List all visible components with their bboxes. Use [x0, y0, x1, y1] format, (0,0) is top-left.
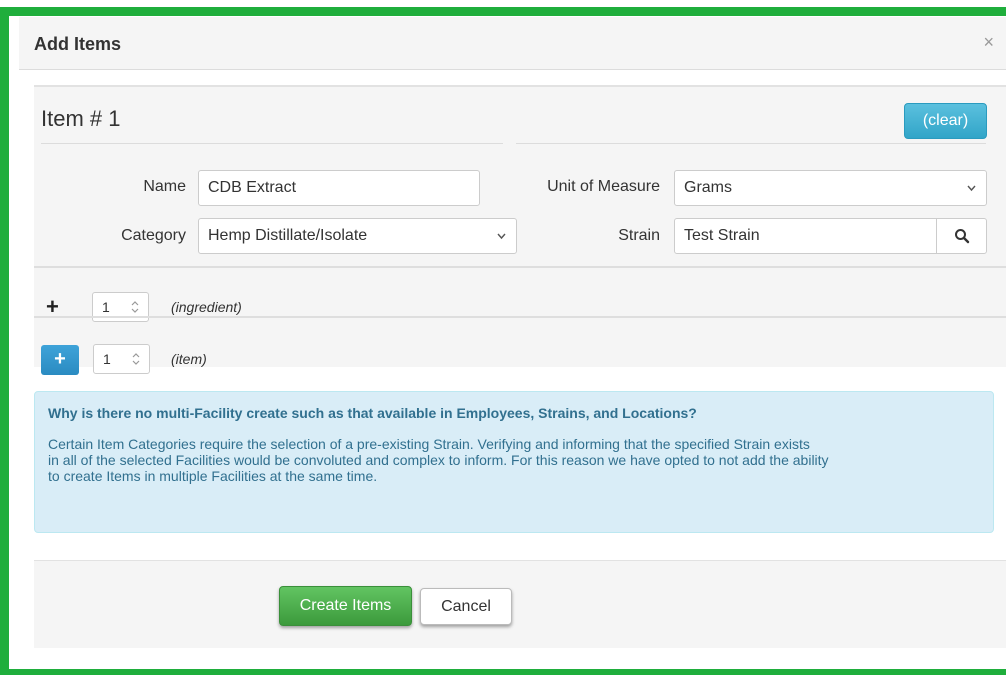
category-value: Hemp Distillate/Isolate [208, 227, 368, 244]
name-label: Name [143, 178, 186, 195]
item-count-stepper[interactable]: 1 [93, 344, 150, 374]
close-icon[interactable]: × [983, 32, 994, 53]
info-alert: Why is there no multi-Facility create su… [34, 391, 994, 533]
strain-search-button[interactable] [936, 218, 987, 254]
modal-footer: Create Items Cancel [34, 560, 1006, 648]
strain-value: Test Strain [684, 227, 760, 244]
alert-line: to create Items in multiple Facilities a… [48, 468, 378, 484]
strain-input[interactable]: Test Strain [674, 218, 937, 254]
chevron-down-icon [966, 171, 977, 218]
search-icon [954, 228, 970, 249]
item-panel: Item # 1 (clear) Name CDB Extract Unit o… [34, 85, 1006, 367]
alert-line: Certain Item Categories require the sele… [48, 436, 810, 452]
create-items-button[interactable]: Create Items [279, 586, 412, 626]
alert-body: Certain Item Categories require the sele… [48, 436, 978, 484]
item-count-value: 1 [103, 351, 111, 367]
divider [41, 143, 503, 144]
divider [516, 143, 986, 144]
strain-label: Strain [618, 227, 660, 244]
add-ingredient-plus-icon[interactable]: + [46, 296, 59, 318]
add-item-button[interactable]: + [41, 345, 79, 375]
ingredient-hint: (ingredient) [171, 299, 242, 315]
alert-heading: Why is there no multi-Facility create su… [48, 405, 697, 421]
category-select[interactable]: Hemp Distillate/Isolate [198, 218, 517, 254]
chevron-down-icon [496, 219, 507, 266]
plus-icon: + [54, 348, 66, 370]
name-input[interactable]: CDB Extract [198, 170, 480, 206]
clear-button[interactable]: (clear) [904, 103, 987, 139]
stepper-arrows-icon[interactable] [131, 348, 141, 373]
divider [34, 316, 1006, 318]
divider [34, 85, 1006, 87]
item-count-hint: (item) [171, 351, 207, 367]
alert-line: in all of the selected Facilities would … [48, 452, 829, 468]
modal-header: Add Items × [19, 17, 1006, 70]
modal-title: Add Items [34, 34, 122, 54]
ingredient-count-value: 1 [102, 299, 110, 315]
uom-select[interactable]: Grams [674, 170, 987, 206]
cancel-button[interactable]: Cancel [420, 588, 512, 625]
uom-value: Grams [684, 179, 732, 196]
item-title: Item # 1 [41, 106, 121, 131]
add-items-modal: Add Items × Item # 1 (clear) Name CDB Ex… [19, 17, 1006, 668]
uom-label: Unit of Measure [547, 178, 660, 195]
category-label: Category [121, 227, 186, 244]
divider [34, 266, 1006, 268]
name-value: CDB Extract [208, 179, 297, 196]
